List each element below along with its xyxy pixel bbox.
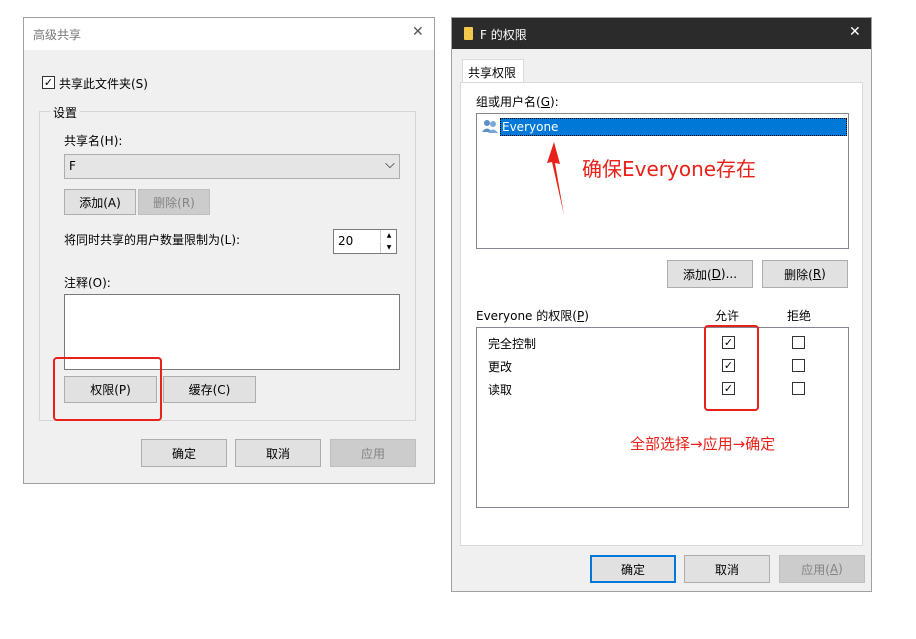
arrow-down-icon: ▼ — [386, 244, 392, 251]
add-user-button[interactable]: 添加(D)... — [667, 260, 753, 288]
tab-share-permissions[interactable]: 共享权限 — [462, 59, 524, 83]
permission-name-full-control: 完全控制 — [488, 337, 537, 351]
share-name-value: F — [69, 159, 76, 173]
cancel-button[interactable]: 取消 — [235, 439, 321, 467]
cache-button[interactable]: 缓存(C) — [163, 376, 256, 403]
chevron-down-icon: ⌵ — [385, 157, 395, 172]
remove-share-button[interactable]: 删除(R) — [138, 189, 210, 215]
permissions-highlight-box — [53, 357, 162, 421]
user-name: Everyone — [502, 120, 559, 134]
allow-column-highlight-box — [704, 325, 759, 411]
deny-change-checkbox[interactable] — [792, 359, 805, 372]
user-limit-value: 20 — [338, 234, 354, 248]
permissions-dialog: F 的权限 ✕ 共享权限 组或用户名(G): Everyone 添加(D)...… — [451, 17, 872, 592]
share-folder-checkbox[interactable]: ✓ — [42, 76, 55, 89]
annotation-arrow — [547, 142, 564, 215]
title-bar: F 的权限 ✕ — [452, 18, 871, 49]
spin-up-button[interactable]: ▲ — [380, 230, 397, 241]
ok-button[interactable]: 确定 — [141, 439, 227, 467]
comment-label: 注释(O): — [64, 276, 111, 290]
ok-button[interactable]: 确定 — [590, 555, 676, 583]
spin-down-button[interactable]: ▼ — [380, 242, 397, 253]
apply-button[interactable]: 应用(A) — [779, 555, 865, 583]
list-item-everyone[interactable]: Everyone — [500, 118, 847, 136]
share-name-label: 共享名(H): — [64, 134, 123, 148]
share-name-select[interactable]: F ⌵ — [64, 154, 400, 179]
deny-column-header: 拒绝 — [787, 309, 812, 323]
users-group-icon — [482, 120, 498, 133]
annotation-ensure-everyone: 确保Everyone存在 — [582, 157, 757, 181]
check-mark-icon: ✓ — [43, 76, 54, 89]
permissions-list — [476, 327, 849, 508]
tab-label: 共享权限 — [468, 66, 517, 80]
settings-group-title: 设置 — [50, 104, 81, 121]
allow-column-header: 允许 — [715, 309, 740, 323]
title-bar: 高级共享 ✕ — [24, 18, 434, 50]
deny-read-checkbox[interactable] — [792, 382, 805, 395]
share-folder-label: 共享此文件夹(S) — [59, 77, 148, 91]
deny-full-control-checkbox[interactable] — [792, 336, 805, 349]
permission-name-change: 更改 — [488, 360, 513, 374]
user-limit-label: 将同时共享的用户数量限制为(L): — [64, 233, 241, 247]
dialog-title: F 的权限 — [480, 28, 527, 42]
close-icon[interactable]: ✕ — [412, 24, 424, 40]
annotation-select-all: 全部选择→应用→确定 — [630, 435, 776, 453]
dialog-title: 高级共享 — [33, 28, 82, 42]
cancel-button[interactable]: 取消 — [684, 555, 770, 583]
user-limit-spinner[interactable]: 20 ▲ ▼ — [333, 229, 397, 254]
arrow-up-icon: ▲ — [386, 232, 392, 239]
group-users-label: 组或用户名(G): — [476, 95, 559, 109]
permissions-label: Everyone 的权限(P) — [476, 309, 589, 323]
add-share-button[interactable]: 添加(A) — [64, 189, 136, 215]
permission-name-read: 读取 — [488, 383, 513, 397]
folder-icon — [464, 27, 473, 40]
remove-user-button[interactable]: 删除(R) — [762, 260, 848, 288]
apply-button[interactable]: 应用 — [330, 439, 416, 467]
close-icon[interactable]: ✕ — [849, 24, 861, 40]
